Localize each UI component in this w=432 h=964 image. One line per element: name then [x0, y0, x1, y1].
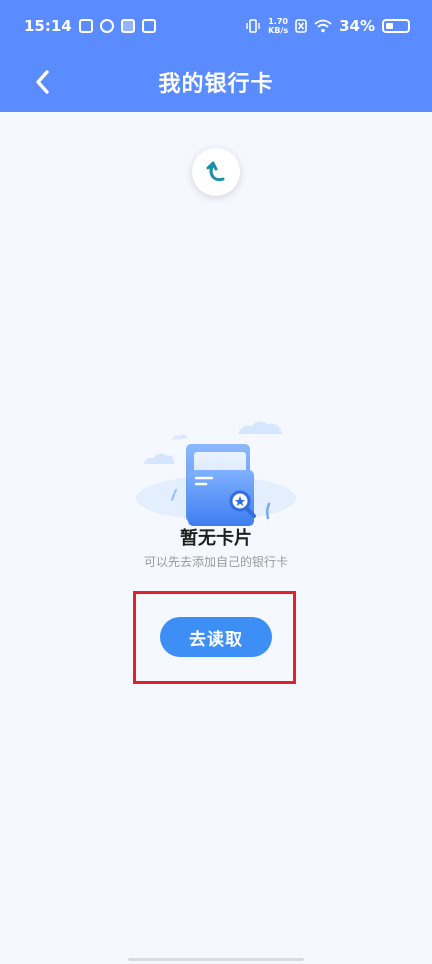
sim-off-icon [295, 19, 307, 33]
read-card-button[interactable]: 去读取 [160, 617, 272, 657]
empty-state-subtitle: 可以先去添加自己的银行卡 [143, 555, 288, 569]
refresh-button[interactable] [192, 148, 240, 196]
notification-app-icon [78, 19, 93, 33]
wifi-icon [314, 19, 332, 33]
battery-percent: 34% [339, 17, 375, 35]
status-left: 15:14 [24, 17, 156, 35]
refresh-icon [206, 161, 225, 182]
notification-sync-icon [99, 19, 114, 33]
page-title: 我的银行卡 [158, 72, 274, 97]
network-speed: 1.70 KB/s [268, 17, 288, 35]
network-speed-value: 1.70 [268, 17, 288, 26]
notification-settings-icon [141, 19, 156, 33]
status-time: 15:14 [24, 17, 72, 35]
network-speed-unit: KB/s [268, 26, 289, 35]
battery-icon [382, 19, 410, 33]
nav-bar: 我的银行卡 [0, 52, 432, 112]
home-indicator[interactable] [128, 958, 304, 961]
empty-state-title: 暂无卡片 [180, 528, 252, 549]
battery-level-fill [386, 23, 393, 29]
back-button[interactable] [24, 62, 60, 102]
empty-folder-illustration [136, 421, 296, 526]
app-header: 15:14 1.70 KB/s 34% 我的银行卡 [0, 0, 432, 112]
vibrate-icon [246, 19, 260, 33]
status-bar: 15:14 1.70 KB/s 34% [0, 0, 432, 52]
status-right: 1.70 KB/s 34% [245, 17, 410, 35]
chevron-left-icon [36, 70, 49, 94]
notification-game-icon [120, 19, 135, 33]
